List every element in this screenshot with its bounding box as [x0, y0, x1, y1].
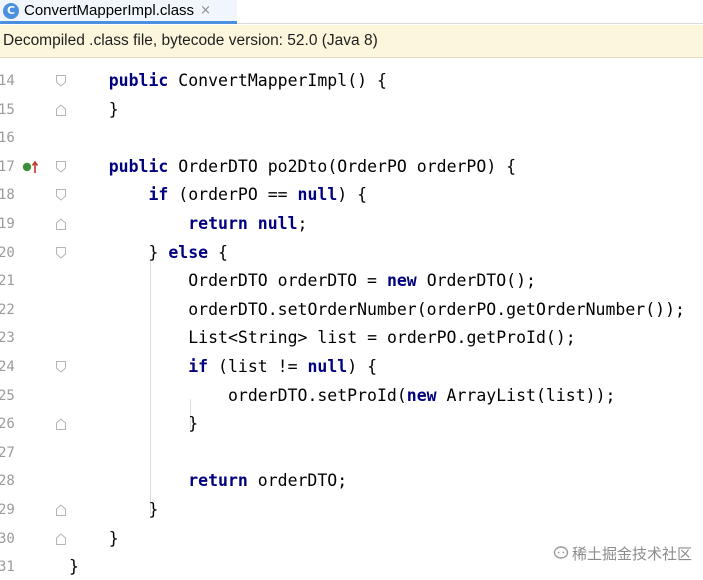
code-line: 21 OrderDTO orderDTO = new OrderDTO(); [0, 267, 703, 296]
fold-close-icon[interactable] [56, 418, 66, 431]
code-line: 17 public OrderDTO po2Dto(OrderPO orderP… [0, 153, 703, 182]
keyword: null [257, 214, 298, 233]
code-text: return orderDTO; [188, 471, 348, 491]
code-text: if (list != null) { [188, 357, 378, 376]
line-number: 22 [0, 301, 15, 318]
code-line: 23 List<String> list = orderPO.getProId(… [0, 324, 703, 353]
code-text: } [69, 99, 119, 119]
implements-method-icon[interactable] [22, 160, 40, 174]
line-number: 28 [0, 473, 15, 490]
code-line: 14 public ConvertMapperImpl() { [0, 67, 703, 96]
fold-open-icon[interactable] [56, 160, 66, 173]
fold-close-icon[interactable] [56, 504, 66, 516]
code-line: 25 orderDTO.setProId(new ArrayList(list)… [0, 382, 703, 411]
code-text: List<String> list = orderPO.getProId(); [188, 328, 576, 348]
class-file-icon: C [3, 2, 19, 19]
tab-convert-mapper-impl[interactable]: C ConvertMapperImpl.class × [0, 0, 237, 24]
code-line: 15 } [0, 96, 703, 125]
line-number: 14 [0, 73, 15, 89]
fold-open-icon[interactable] [56, 189, 66, 202]
keyword: public [108, 71, 169, 90]
code-text: } [69, 500, 159, 519]
chat-bubble-icon [553, 546, 569, 559]
fold-close-icon[interactable] [56, 532, 66, 545]
fold-open-icon[interactable] [56, 75, 66, 87]
line-number: 31 [0, 559, 15, 576]
fold-close-icon[interactable] [56, 103, 66, 116]
line-number: 30 [0, 530, 15, 547]
decompiled-notice-banner: Decompiled .class file, bytecode version… [0, 25, 703, 58]
keyword: new [386, 271, 417, 291]
keyword: if [188, 357, 209, 376]
line-number: 15 [0, 101, 15, 118]
line-number: 18 [0, 187, 15, 204]
code-line: 16 [0, 124, 703, 153]
code-text: } [69, 557, 79, 577]
tab-title: ConvertMapperImpl.class [24, 2, 195, 19]
line-number: 23 [0, 330, 15, 347]
line-number: 25 [0, 387, 15, 404]
fold-open-icon[interactable] [56, 361, 66, 373]
line-number: 29 [0, 502, 15, 518]
code-text: } [69, 414, 199, 434]
code-line: 22 orderDTO.setOrderNumber(orderPO.getOr… [0, 296, 703, 325]
close-icon[interactable]: × [200, 4, 211, 17]
keyword: return [188, 471, 248, 491]
keyword: public [108, 156, 169, 176]
code-line: 24 if (list != null) { [0, 353, 703, 382]
code-line: 20 } else { [0, 239, 703, 268]
line-number: 27 [0, 444, 15, 461]
code-text: orderDTO.setProId(new ArrayList(list)); [227, 385, 616, 405]
code-editor[interactable]: 14 public ConvertMapperImpl() {15 } 16 17 … [0, 59, 703, 580]
keyword: else [168, 242, 209, 262]
line-number: 16 [0, 130, 15, 147]
keyword: return [188, 214, 248, 233]
line-number: 21 [0, 273, 15, 290]
code-text: return null; [188, 214, 308, 233]
watermark-text: 稀土掘金技术社区 [572, 544, 693, 563]
keyword: null [297, 185, 338, 205]
line-number: 26 [0, 416, 15, 433]
line-number: 20 [0, 244, 15, 261]
code-line: 29 } [0, 496, 703, 525]
fold-close-icon[interactable] [56, 218, 66, 230]
code-text: public ConvertMapperImpl() { [108, 71, 387, 90]
code-line: 26 } [0, 410, 703, 439]
code-text: OrderDTO orderDTO = new OrderDTO(); [188, 271, 536, 291]
keyword: new [406, 385, 437, 405]
fold-open-icon[interactable] [56, 246, 66, 259]
code-line: 28 return orderDTO; [0, 467, 703, 496]
code-text: if (orderPO == null) { [148, 185, 368, 205]
code-text: orderDTO.setOrderNumber(orderPO.getOrder… [188, 299, 685, 319]
code-line: 19 return null; [0, 210, 703, 239]
watermark: 稀土掘金技术社区 [553, 541, 692, 565]
banner-text: Decompiled .class file, bytecode version… [3, 32, 378, 49]
keyword: null [307, 357, 348, 376]
code-line: 18 if (orderPO == null) { [0, 181, 703, 210]
keyword: if [148, 185, 169, 205]
line-number: 19 [0, 216, 15, 232]
code-text: public OrderDTO po2Dto(OrderPO orderPO) … [108, 156, 517, 176]
code-text: } [69, 528, 119, 548]
code-line: 27 [0, 439, 703, 468]
code-text: } else { [69, 242, 228, 262]
line-number: 17 [0, 158, 15, 175]
line-number: 24 [0, 359, 15, 375]
editor-tab-bar: C ConvertMapperImpl.class × [0, 0, 703, 24]
